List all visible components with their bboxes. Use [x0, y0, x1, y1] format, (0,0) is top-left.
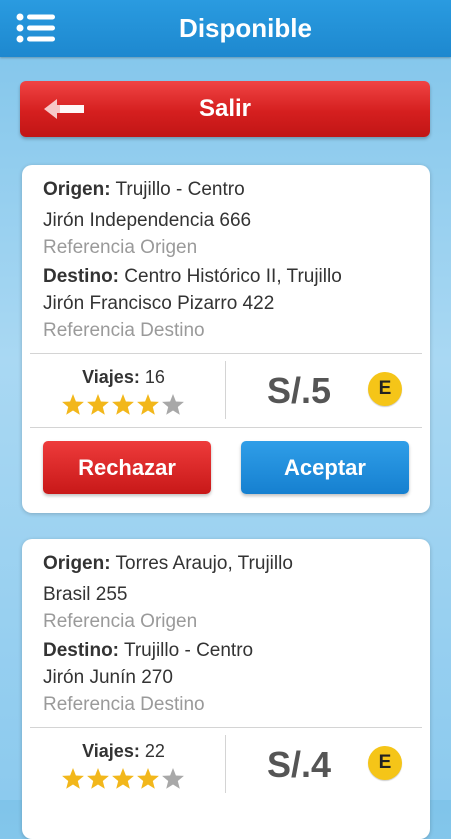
destination-address: Jirón Francisco Pizarro 422	[43, 293, 275, 314]
category-badge: E	[368, 372, 402, 406]
price: S/.5	[267, 370, 332, 411]
star-filled-icon	[137, 394, 159, 415]
accept-button[interactable]: Aceptar	[241, 441, 409, 494]
ride-request-card: Origen: Torres Araujo, Trujillo Brasil 2…	[22, 539, 430, 839]
ride-request-card: Origen: Trujillo - Centro Jirón Independ…	[22, 165, 430, 513]
divider	[225, 735, 226, 793]
trips-label: Viajes:	[82, 367, 140, 387]
destination-value: Centro Histórico II, Trujillo	[124, 266, 342, 287]
top-bar: Disponible	[0, 0, 451, 57]
origin-label: Origen:	[43, 179, 111, 200]
rating-stars	[62, 768, 184, 789]
destination-address: Jirón Junín 270	[43, 667, 173, 688]
star-filled-icon	[137, 768, 159, 789]
trips-count: Viajes: 22	[22, 741, 225, 762]
origin-reference: Referencia Origen	[43, 611, 198, 632]
origin-address: Brasil 255	[43, 584, 128, 605]
destination-label: Destino:	[43, 640, 119, 661]
origin-address: Jirón Independencia 666	[43, 210, 252, 231]
trips-value: 22	[144, 741, 165, 761]
trips-label: Viajes:	[82, 741, 140, 761]
origin-label: Origen:	[43, 553, 111, 574]
rating-stars	[62, 394, 184, 415]
destination-reference: Referencia Destino	[43, 320, 205, 341]
category-badge: E	[368, 746, 402, 780]
reject-button[interactable]: Rechazar	[43, 441, 211, 494]
star-empty-icon	[162, 768, 184, 789]
origin-line: Origen: Trujillo - Centro	[43, 179, 420, 201]
trips-value: 16	[144, 367, 165, 387]
trips-count: Viajes: 16	[22, 367, 225, 388]
price: S/.4	[267, 744, 332, 785]
star-filled-icon	[62, 768, 84, 789]
star-filled-icon	[87, 768, 109, 789]
star-filled-icon	[112, 394, 134, 415]
star-empty-icon	[162, 394, 184, 415]
page-title: Disponible	[179, 13, 312, 43]
destination-label: Destino:	[43, 266, 119, 287]
exit-button[interactable]: Salir	[20, 81, 430, 137]
destination-value: Trujillo - Centro	[123, 640, 254, 661]
star-filled-icon	[87, 394, 109, 415]
destination-line: Destino: Trujillo - Centro	[43, 640, 420, 662]
star-filled-icon	[112, 768, 134, 789]
divider	[30, 427, 422, 428]
divider	[225, 361, 226, 419]
origin-value: Trujillo - Centro	[115, 179, 245, 200]
divider	[30, 353, 422, 354]
star-filled-icon	[62, 394, 84, 415]
destination-line: Destino: Centro Histórico II, Trujillo	[43, 266, 420, 288]
origin-reference: Referencia Origen	[43, 237, 198, 258]
origin-line: Origen: Torres Araujo, Trujillo	[43, 553, 420, 575]
exit-button-label: Salir	[198, 95, 252, 122]
destination-reference: Referencia Destino	[43, 694, 205, 715]
origin-value: Torres Araujo, Trujillo	[115, 553, 293, 574]
divider	[30, 727, 422, 728]
